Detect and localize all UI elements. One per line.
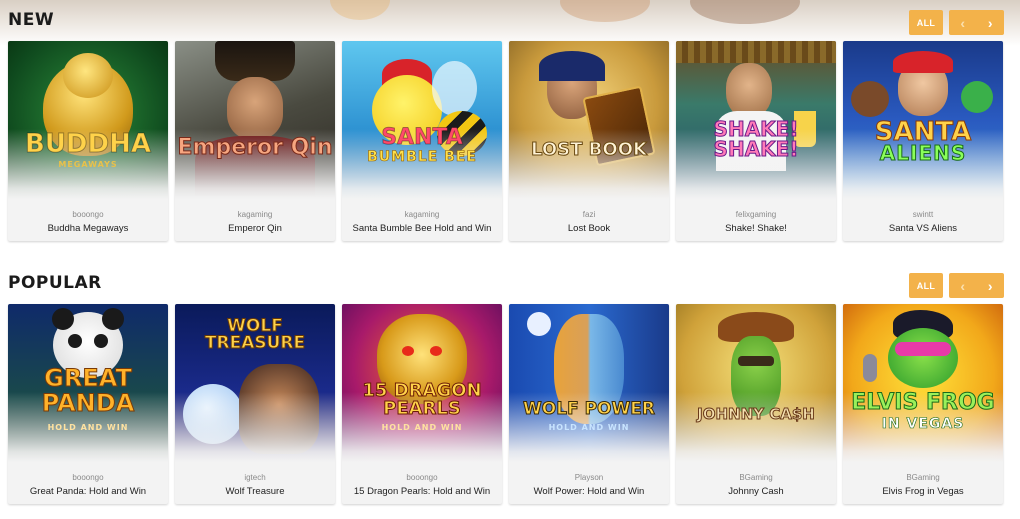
- game-card[interactable]: GREAT PANDA HOLD AND WIN booongo Great P…: [8, 304, 168, 504]
- game-thumbnail-elvis-frog[interactable]: ELVIS FROG IN VEGAS: [843, 304, 1003, 462]
- game-card[interactable]: 15 DRAGON PEARLS HOLD AND WIN booongo 15…: [342, 304, 502, 504]
- game-provider: kagaming: [237, 210, 273, 219]
- game-art-title: GREAT PANDA: [41, 363, 135, 417]
- game-provider: booongo: [72, 473, 104, 482]
- game-card[interactable]: SHAKE! SHAKE! felixgaming Shake! Shake!: [676, 41, 836, 241]
- chevron-left-icon[interactable]: ‹: [949, 278, 977, 294]
- game-art-subtitle: BUMBLE BEE: [367, 149, 477, 166]
- chevron-left-icon[interactable]: ‹: [949, 15, 977, 31]
- game-name[interactable]: Great Panda: Hold and Win: [8, 486, 168, 497]
- game-card[interactable]: WOLF TREASURE igtech Wolf Treasure: [175, 304, 335, 504]
- game-name[interactable]: Wolf Power: Hold and Win: [509, 486, 669, 497]
- game-art-subtitle: MEGAWAYS: [58, 160, 118, 169]
- game-card[interactable]: ELVIS FROG IN VEGAS BGaming Elvis Frog i…: [843, 304, 1003, 504]
- game-provider: fazi: [582, 210, 596, 219]
- game-art-subtitle: ALIENS: [879, 141, 967, 166]
- hero-banner-fade: [0, 0, 1020, 46]
- game-name[interactable]: Wolf Treasure: [175, 486, 335, 497]
- game-art-title: BUDDHA: [25, 129, 152, 159]
- game-provider: felixgaming: [735, 210, 777, 219]
- game-card[interactable]: JOHNNY CA$H BGaming Johnny Cash: [676, 304, 836, 504]
- game-thumbnail-santa-vs-aliens[interactable]: SANTA ALIENS: [843, 41, 1003, 199]
- game-thumbnail-johnny-cash[interactable]: JOHNNY CA$H: [676, 304, 836, 462]
- popular-all-button[interactable]: ALL: [909, 273, 943, 298]
- game-art-title: SHAKE! SHAKE!: [713, 117, 799, 161]
- game-art-title: JOHNNY CA$H: [697, 405, 816, 423]
- game-card[interactable]: SANTA ALIENS swintt Santa VS Aliens: [843, 41, 1003, 241]
- game-art-subtitle: HOLD AND WIN: [47, 423, 129, 432]
- game-art-subtitle: IN VEGAS: [881, 416, 965, 433]
- new-all-button[interactable]: ALL: [909, 10, 943, 35]
- game-thumbnail-wolf-power[interactable]: WOLF POWER HOLD AND WIN: [509, 304, 669, 462]
- game-card[interactable]: SANTA BUMBLE BEE kagaming Santa Bumble B…: [342, 41, 502, 241]
- game-thumbnail-lost-book[interactable]: LOST BOOK: [509, 41, 669, 199]
- popular-carousel-nav: ‹ ›: [949, 273, 1004, 298]
- chevron-right-icon[interactable]: ›: [977, 15, 1005, 31]
- chevron-right-icon[interactable]: ›: [977, 278, 1005, 294]
- game-name[interactable]: Emperor Qin: [175, 223, 335, 234]
- game-provider: Playson: [574, 473, 604, 482]
- game-art-title: WOLF POWER: [523, 399, 656, 419]
- game-provider: kagaming: [404, 210, 440, 219]
- game-name[interactable]: 15 Dragon Pearls: Hold and Win: [342, 486, 502, 497]
- game-thumbnail-great-panda[interactable]: GREAT PANDA HOLD AND WIN: [8, 304, 168, 462]
- game-provider: BGaming: [906, 473, 940, 482]
- game-thumbnail-15-dragon-pearls[interactable]: 15 DRAGON PEARLS HOLD AND WIN: [342, 304, 502, 462]
- game-name[interactable]: Lost Book: [509, 223, 669, 234]
- game-art-title: 15 DRAGON PEARLS: [362, 380, 482, 419]
- new-carousel-nav: ‹ ›: [949, 10, 1004, 35]
- game-name[interactable]: Elvis Frog in Vegas: [843, 486, 1003, 497]
- game-thumbnail-wolf-treasure[interactable]: WOLF TREASURE: [175, 304, 335, 462]
- game-card[interactable]: WOLF POWER HOLD AND WIN Playson Wolf Pow…: [509, 304, 669, 504]
- game-art-title: WOLF TREASURE: [204, 316, 306, 353]
- game-card[interactable]: BUDDHA MEGAWAYS booongo Buddha Megaways: [8, 41, 168, 241]
- game-thumbnail-buddha[interactable]: BUDDHA MEGAWAYS: [8, 41, 168, 199]
- new-games-grid: BUDDHA MEGAWAYS booongo Buddha Megaways …: [8, 41, 1003, 241]
- popular-games-grid: GREAT PANDA HOLD AND WIN booongo Great P…: [8, 304, 1003, 504]
- game-card[interactable]: LOST BOOK fazi Lost Book: [509, 41, 669, 241]
- game-thumbnail-santa-bumble-bee[interactable]: SANTA BUMBLE BEE: [342, 41, 502, 199]
- game-name[interactable]: Santa Bumble Bee Hold and Win: [342, 223, 502, 234]
- game-name[interactable]: Johnny Cash: [676, 486, 836, 497]
- game-card[interactable]: Emperor Qin kagaming Emperor Qin: [175, 41, 335, 241]
- game-art-subtitle: HOLD AND WIN: [381, 423, 463, 432]
- section-title-popular: POPULAR: [8, 273, 102, 293]
- game-provider: swintt: [912, 210, 934, 219]
- section-title-new: NEW: [8, 10, 55, 30]
- game-provider: booongo: [72, 210, 104, 219]
- game-art-title: Emperor Qin: [177, 135, 333, 160]
- game-name[interactable]: Shake! Shake!: [676, 223, 836, 234]
- game-art-subtitle: HOLD AND WIN: [548, 423, 630, 432]
- game-provider: booongo: [406, 473, 438, 482]
- game-art-title: ELVIS FROG: [851, 390, 995, 415]
- game-provider: BGaming: [739, 473, 773, 482]
- game-name[interactable]: Santa VS Aliens: [843, 223, 1003, 234]
- game-thumbnail-emperor-qin[interactable]: Emperor Qin: [175, 41, 335, 199]
- game-art-title: SANTA: [381, 125, 464, 150]
- game-name[interactable]: Buddha Megaways: [8, 223, 168, 234]
- game-thumbnail-shake-shake[interactable]: SHAKE! SHAKE!: [676, 41, 836, 199]
- game-art-title: LOST BOOK: [531, 139, 648, 160]
- game-provider: igtech: [244, 473, 266, 482]
